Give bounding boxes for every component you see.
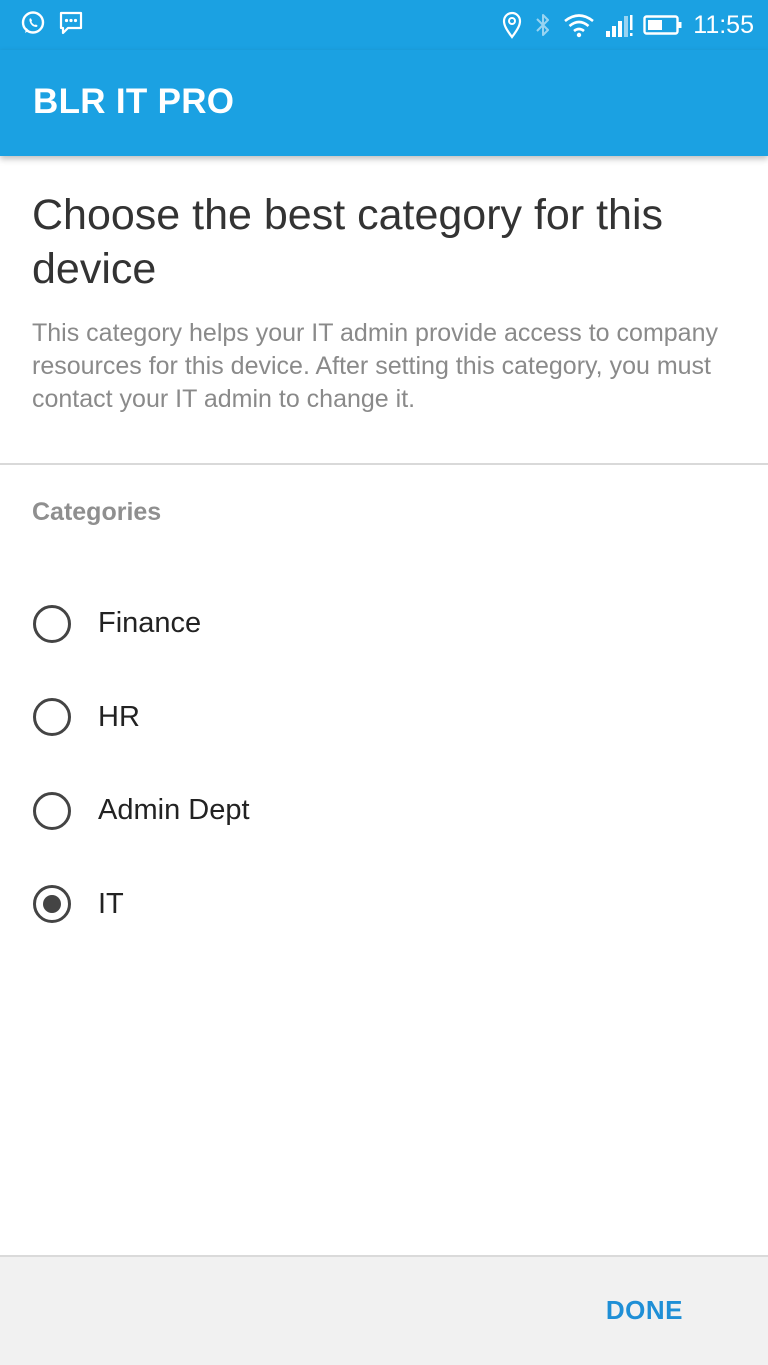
page-title: Choose the best category for this device: [32, 191, 664, 293]
done-button[interactable]: DONE: [606, 1295, 683, 1326]
status-time: 11:55: [693, 10, 754, 39]
categories-section-label: Categories: [32, 498, 162, 526]
app-bar: BLR IT PRO: [0, 50, 768, 156]
bluetooth-icon: [533, 11, 553, 39]
category-option-finance[interactable]: Finance: [0, 577, 768, 671]
signal-icon: [605, 12, 633, 38]
app-title: BLR IT PRO: [33, 82, 235, 121]
category-radio-group: Finance HR Admin Dept IT: [0, 577, 768, 951]
category-label: IT: [98, 887, 124, 920]
battery-icon: [643, 13, 683, 37]
status-bar-right: 11:55: [501, 8, 754, 42]
category-label: Admin Dept: [98, 794, 250, 827]
radio-button[interactable]: [33, 604, 71, 643]
page-description: This category helps your IT admin provid…: [32, 319, 718, 413]
radio-button[interactable]: [33, 698, 71, 737]
radio-dot: [43, 895, 61, 914]
category-option-admin-dept[interactable]: Admin Dept: [0, 764, 768, 858]
category-label: HR: [98, 700, 140, 733]
whatsapp-icon: [20, 10, 46, 36]
category-option-hr[interactable]: HR: [0, 671, 768, 765]
status-bar-left: [20, 10, 84, 36]
wifi-icon: [563, 12, 595, 38]
location-icon: [501, 11, 523, 39]
screen: 11:55 BLR IT PRO Choose the best categor…: [0, 0, 768, 1365]
radio-button[interactable]: [33, 885, 71, 924]
message-icon: [58, 10, 84, 36]
category-label: Finance: [98, 607, 202, 640]
divider: [0, 463, 768, 465]
footer-bar: DONE: [0, 1255, 768, 1365]
status-bar: 11:55: [0, 0, 768, 50]
category-option-it[interactable]: IT: [0, 858, 768, 952]
radio-button[interactable]: [33, 791, 71, 830]
